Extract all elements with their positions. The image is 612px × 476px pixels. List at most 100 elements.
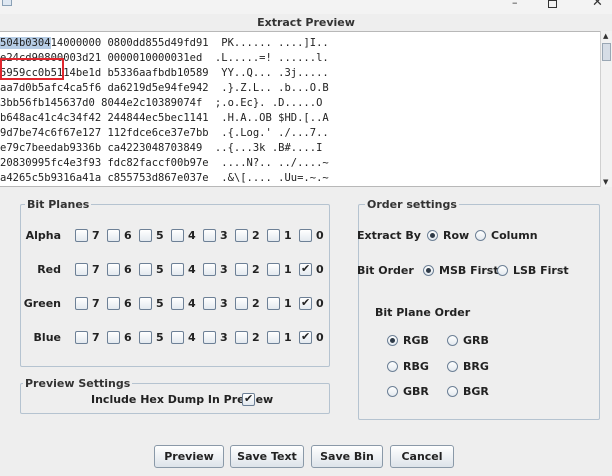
green-bit-6-checkbox[interactable] — [107, 297, 120, 310]
alpha-bit-2-checkbox[interactable] — [235, 229, 248, 242]
bit-number-label: 4 — [188, 297, 196, 310]
msb-first-radio[interactable] — [423, 265, 434, 276]
preview-settings-group: Preview Settings Include Hex Dump In Pre… — [20, 377, 330, 414]
blue-bit-3-checkbox[interactable] — [203, 331, 216, 344]
blue-bit-0-checkbox[interactable] — [299, 330, 312, 344]
lsb-first-label: LSB First — [513, 264, 569, 277]
green-bit-0-checkbox[interactable] — [299, 296, 312, 310]
alpha-bit-6-checkbox[interactable] — [107, 229, 120, 242]
bit-plane-row-alpha: Alpha 7 6 5 4 3 2 1 0 — [21, 227, 351, 247]
hex-line: 504b030414000000 0800dd855d49fd91 PK....… — [0, 36, 598, 51]
extract-by-label: Extract By — [357, 229, 421, 242]
rbg-radio[interactable] — [387, 361, 398, 372]
bit-number-label: 3 — [220, 263, 228, 276]
red-bit-0-checkbox[interactable] — [299, 262, 312, 276]
bit-number-label: 7 — [92, 263, 100, 276]
red-bit-4-checkbox[interactable] — [171, 263, 184, 276]
bit-number-label: 1 — [284, 229, 292, 242]
blue-bit-6-checkbox[interactable] — [107, 331, 120, 344]
blue-bit-1-checkbox[interactable] — [267, 331, 280, 344]
alpha-bit-5-checkbox[interactable] — [139, 229, 152, 242]
green-bit-5-checkbox[interactable] — [139, 297, 152, 310]
close-button[interactable]: ✕ — [592, 0, 603, 10]
green-bit-4-checkbox[interactable] — [171, 297, 184, 310]
hex-line-text: aa7d0b5afc4ca5f6 da6219d5e94fe942 .}.Z.L… — [0, 82, 329, 94]
blue-bit-7-checkbox[interactable] — [75, 331, 88, 344]
hex-line: b648ac41c4c34f42 244844ec5bec1141 .H.A..… — [0, 111, 598, 126]
alpha-bit-3-checkbox[interactable] — [203, 229, 216, 242]
red-bit-6-checkbox[interactable] — [107, 263, 120, 276]
bit-number-label: 3 — [220, 297, 228, 310]
save-bin-button[interactable]: Save Bin — [311, 445, 383, 468]
scroll-down-arrow-icon[interactable]: ▼ — [603, 178, 608, 186]
bit-number-label: 5 — [156, 229, 164, 242]
bit-number-label: 7 — [92, 229, 100, 242]
alpha-bit-7-checkbox[interactable] — [75, 229, 88, 242]
bit-number-label: 4 — [188, 331, 196, 344]
hex-line: 20830995fc4e3f93 fdc82faccf00b97e ....N?… — [0, 156, 598, 171]
bit-number-label: 4 — [188, 263, 196, 276]
hex-line-text: e79c7beedab9336b ca4223048703849 ..{...3… — [0, 142, 323, 154]
hex-line-text: 9d7be74c6f67e127 112fdce6ce37e7bb .{.Log… — [0, 127, 329, 139]
hex-line-text: b648ac41c4c34f42 244844ec5bec1141 .H.A..… — [0, 112, 329, 124]
preview-button[interactable]: Preview — [154, 445, 224, 468]
grb-label: GRB — [463, 334, 489, 347]
bit-number-label: 6 — [124, 263, 132, 276]
save-text-button[interactable]: Save Text — [230, 445, 304, 468]
rgb-radio[interactable] — [387, 335, 398, 346]
bit-planes-title: Bit Planes — [25, 198, 92, 211]
alpha-bit-0-checkbox[interactable] — [299, 229, 312, 242]
extract-by-row-label: Row — [443, 229, 470, 242]
bgr-label: BGR — [463, 385, 489, 398]
bit-planes-group: Bit Planes Alpha 7 6 5 4 3 2 1 0 Red 7 6 5 4 3 2 1 0 Green… — [20, 198, 330, 367]
green-bit-3-checkbox[interactable] — [203, 297, 216, 310]
alpha-bit-4-checkbox[interactable] — [171, 229, 184, 242]
hex-line: f3c3e4196c29b012 6f4e0aa2e1f8c3d5 ....l)… — [0, 186, 598, 187]
vertical-scrollbar[interactable]: ▲ ▼ — [600, 31, 612, 187]
green-bit-1-checkbox[interactable] — [267, 297, 280, 310]
hex-line-text: 3bb56fb145637d0 8044e2c10389074f ;.o.Ec}… — [0, 97, 323, 109]
bit-number-label: 5 — [156, 331, 164, 344]
hex-line: 5959cc0b5114be1d b5336aafbdb10589 YY..Q.… — [0, 66, 598, 81]
hex-line: aa7d0b5afc4ca5f6 da6219d5e94fe942 .}.Z.L… — [0, 81, 598, 96]
red-bit-1-checkbox[interactable] — [267, 263, 280, 276]
scrollbar-thumb[interactable] — [602, 43, 611, 61]
grb-radio[interactable] — [447, 335, 458, 346]
red-bit-5-checkbox[interactable] — [139, 263, 152, 276]
app-icon — [2, 0, 12, 6]
extract-by-row-radio[interactable] — [427, 230, 438, 241]
minimize-button[interactable]: – — [512, 0, 518, 9]
red-bit-3-checkbox[interactable] — [203, 263, 216, 276]
bit-number-label: 0 — [316, 297, 324, 310]
green-bit-2-checkbox[interactable] — [235, 297, 248, 310]
order-settings-group: Order settings Extract By Row Column Bit… — [357, 198, 600, 420]
extract-by-column-radio[interactable] — [475, 230, 486, 241]
hex-line: 3bb56fb145637d0 8044e2c10389074f ;.o.Ec}… — [0, 96, 598, 111]
bit-number-label: 6 — [124, 229, 132, 242]
bit-number-label: 0 — [316, 331, 324, 344]
red-bit-2-checkbox[interactable] — [235, 263, 248, 276]
hex-preview-area[interactable]: 504b030414000000 0800dd855d49fd91 PK....… — [0, 31, 612, 187]
cancel-button[interactable]: Cancel — [390, 445, 454, 468]
gbr-radio[interactable] — [387, 386, 398, 397]
lsb-first-radio[interactable] — [497, 265, 508, 276]
gbr-label: GBR — [403, 385, 429, 398]
alpha-bit-1-checkbox[interactable] — [267, 229, 280, 242]
bit-number-label: 2 — [252, 331, 260, 344]
blue-bit-2-checkbox[interactable] — [235, 331, 248, 344]
maximize-button[interactable] — [548, 0, 557, 8]
bit-plane-order-label: Bit Plane Order — [375, 306, 471, 319]
bit-number-label: 5 — [156, 263, 164, 276]
hex-dump-checkbox[interactable] — [242, 392, 255, 406]
bit-order-label: Bit Order — [357, 264, 414, 277]
brg-label: BRG — [463, 360, 489, 373]
green-bit-7-checkbox[interactable] — [75, 297, 88, 310]
bit-number-label: 7 — [92, 297, 100, 310]
scroll-up-arrow-icon[interactable]: ▲ — [603, 32, 608, 40]
brg-radio[interactable] — [447, 361, 458, 372]
red-bit-7-checkbox[interactable] — [75, 263, 88, 276]
blue-bit-4-checkbox[interactable] — [171, 331, 184, 344]
hex-line: a4265c5b9316a41a c855753d867e037e .&\[..… — [0, 171, 598, 186]
bgr-radio[interactable] — [447, 386, 458, 397]
blue-bit-5-checkbox[interactable] — [139, 331, 152, 344]
